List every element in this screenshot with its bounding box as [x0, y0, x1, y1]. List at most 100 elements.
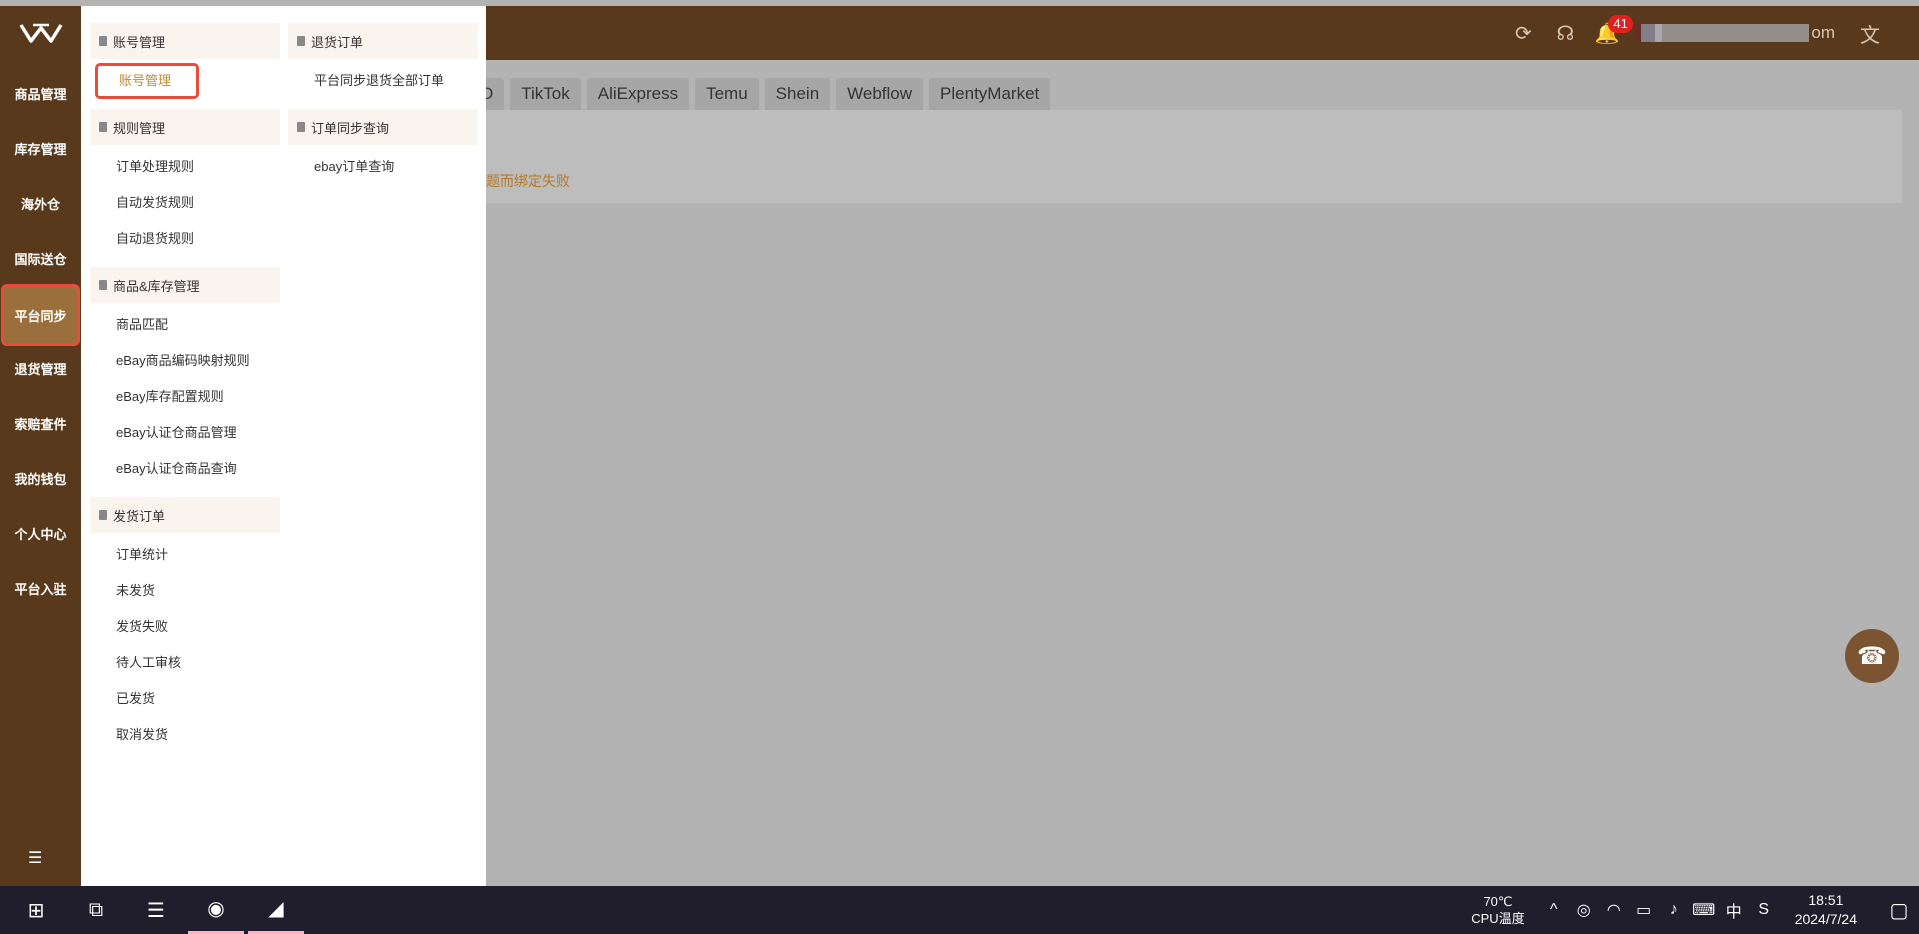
- sidebar-item-products[interactable]: 商品管理: [0, 66, 81, 121]
- collapse-menu-icon[interactable]: ☰: [28, 848, 42, 868]
- sidebar-item-inventory[interactable]: 库存管理: [0, 121, 81, 176]
- menu-group: 订单同步查询 ebay订单查询: [288, 109, 478, 185]
- menu-group-title: 规则管理: [113, 120, 166, 136]
- main-sidebar: 商品管理 库存管理 海外仓 国际送仓 平台同步 退货管理 索赔查件 我的钱包 个…: [0, 6, 81, 886]
- chrome-icon[interactable]: ◉: [188, 886, 244, 934]
- sidebar-item-overseas-warehouse[interactable]: 海外仓: [0, 176, 81, 231]
- tab-platform[interactable]: Temu: [695, 78, 759, 110]
- cpu-temp: 70℃ CPU温度: [1471, 893, 1524, 927]
- menu-group-title: 退货订单: [311, 34, 364, 50]
- taskbar-apps: ⊞ ⧉ ☰ ◉ ◢: [8, 886, 304, 934]
- menu-item-ebay-sku-mapping[interactable]: eBay商品编码映射规则: [90, 343, 280, 379]
- copy-icon: [297, 122, 305, 132]
- sidebar-item-returns[interactable]: 退货管理: [0, 341, 81, 396]
- menu-item-unshipped[interactable]: 未发货: [90, 573, 280, 609]
- menu-group-header: 发货订单: [90, 497, 280, 533]
- clock-date: 2024/7/24: [1794, 911, 1857, 927]
- menu-group: 规则管理 订单处理规则 自动发货规则 自动退货规则: [90, 109, 280, 257]
- menu-item-cancel-shipment[interactable]: 取消发货: [90, 717, 280, 753]
- headset-icon: ☎: [1857, 642, 1887, 670]
- menu-group-title: 发货订单: [113, 508, 166, 524]
- sidebar-item-wallet[interactable]: 我的钱包: [0, 451, 81, 506]
- warning-text: 题而绑定失败: [486, 173, 570, 189]
- menu-group: 退货订单 平台同步退货全部订单: [288, 23, 478, 99]
- sidebar-item-profile[interactable]: 个人中心: [0, 506, 81, 561]
- user-account[interactable]: om: [1634, 6, 1835, 60]
- menu-item-ebay-certified-query[interactable]: eBay认证仓商品查询: [90, 451, 280, 487]
- platform-sync-menu: 账号管理 账号管理 规则管理 订单处理规则 自动发货规则 自动退货规则 商品&库…: [81, 6, 486, 886]
- bag-icon: [99, 280, 107, 290]
- notification-center-icon[interactable]: ▢: [1879, 898, 1919, 923]
- menu-item-ebay-certified-manage[interactable]: eBay认证仓商品管理: [90, 415, 280, 451]
- menu-item-order-rules[interactable]: 订单处理规则: [90, 149, 280, 185]
- cpu-temp-value: 70℃: [1483, 894, 1513, 909]
- clock-time: 18:51: [1808, 892, 1844, 908]
- menu-item-sync-all-returns[interactable]: 平台同步退货全部订单: [288, 63, 478, 99]
- sidebar-item-claims[interactable]: 索赔查件: [0, 396, 81, 451]
- menu-group-header: 退货订单: [288, 23, 478, 59]
- tab-platform[interactable]: PlentyMarket: [929, 78, 1051, 110]
- chevron-up-icon[interactable]: ^: [1539, 901, 1569, 919]
- keyboard-icon[interactable]: ⌨: [1689, 900, 1719, 920]
- translate-icon[interactable]: 文: [1849, 6, 1891, 60]
- menu-group-header: 账号管理: [90, 23, 280, 59]
- system-clock[interactable]: 18:51 2024/7/24: [1795, 891, 1857, 929]
- ime-indicator[interactable]: 中: [1719, 898, 1749, 922]
- wifi-icon[interactable]: ◠: [1599, 900, 1629, 920]
- menu-group: 账号管理 账号管理: [90, 23, 280, 99]
- menu-item-account-management[interactable]: 账号管理: [95, 63, 199, 99]
- menu-column-right: 退货订单 平台同步退货全部订单 订单同步查询 ebay订单查询: [288, 23, 478, 195]
- menu-item-ebay-inventory-rules[interactable]: eBay库存配置规则: [90, 379, 280, 415]
- platform-tabs: D TikTok AliExpress Temu Shein Webflow P…: [470, 78, 1051, 110]
- menu-group: 商品&库存管理 商品匹配 eBay商品编码映射规则 eBay库存配置规则 eBa…: [90, 267, 280, 487]
- menu-group-title: 账号管理: [113, 34, 166, 50]
- list-icon[interactable]: ☰: [128, 886, 184, 934]
- menu-item-product-matching[interactable]: 商品匹配: [90, 307, 280, 343]
- user-email-suffix: om: [1811, 23, 1835, 42]
- bell-icon[interactable]: 🔔 41: [1586, 6, 1633, 60]
- sidebar-item-platform-sync[interactable]: 平台同步: [1, 284, 80, 346]
- menu-column-left: 账号管理 账号管理 规则管理 订单处理规则 自动发货规则 自动退货规则 商品&库…: [90, 23, 280, 763]
- windows-start-icon[interactable]: ⊞: [8, 886, 64, 934]
- menu-item-ebay-order-query[interactable]: ebay订单查询: [288, 149, 478, 185]
- customer-support-button[interactable]: ☎: [1845, 629, 1899, 683]
- menu-group-header: 商品&库存管理: [90, 267, 280, 303]
- sogou-icon[interactable]: S: [1749, 901, 1779, 919]
- doc-icon: [297, 36, 305, 46]
- cpu-temp-label: CPU温度: [1471, 911, 1525, 926]
- tab-platform[interactable]: Shein: [764, 78, 831, 110]
- menu-item-auto-ship-rules[interactable]: 自动发货规则: [90, 185, 280, 221]
- lark-icon[interactable]: ◢: [248, 886, 304, 934]
- menu-group: 发货订单 订单统计 未发货 发货失败 待人工审核 已发货 取消发货: [90, 497, 280, 753]
- menu-group-header: 订单同步查询: [288, 109, 478, 145]
- tab-platform[interactable]: Webflow: [836, 78, 924, 110]
- menu-item-shipped[interactable]: 已发货: [90, 681, 280, 717]
- book-icon: [99, 122, 107, 132]
- user-email-redacted: [1634, 24, 1810, 42]
- task-view-icon[interactable]: ⧉: [68, 886, 124, 934]
- browser-tray-icon[interactable]: ◎: [1569, 900, 1599, 920]
- logo-icon: [19, 23, 62, 43]
- sidebar-item-platform-join[interactable]: 平台入驻: [0, 561, 81, 616]
- clipboard-icon: [99, 510, 107, 520]
- volume-icon[interactable]: ♪: [1659, 901, 1689, 919]
- menu-group-header: 规则管理: [90, 109, 280, 145]
- os-taskbar: ⊞ ⧉ ☰ ◉ ◢ 70℃ CPU温度 ^ ◎ ◠ ▭ ♪ ⌨ 中 S 18:5…: [0, 886, 1919, 934]
- battery-icon[interactable]: ▭: [1629, 900, 1659, 920]
- sidebar-item-international-shipping[interactable]: 国际送仓: [0, 231, 81, 286]
- headset-icon[interactable]: ☊: [1544, 6, 1586, 60]
- notification-badge: 41: [1608, 15, 1633, 33]
- menu-group-title: 商品&库存管理: [113, 278, 200, 294]
- menu-item-auto-return-rules[interactable]: 自动退货规则: [90, 221, 280, 257]
- refresh-icon[interactable]: ⟳: [1502, 6, 1544, 60]
- header-actions: ⟳ ☊ 🔔 41 om 文: [1502, 6, 1891, 60]
- tab-platform[interactable]: TikTok: [510, 78, 581, 110]
- menu-item-order-stats[interactable]: 订单统计: [90, 537, 280, 573]
- menu-item-pending-review[interactable]: 待人工审核: [90, 645, 280, 681]
- tab-platform[interactable]: AliExpress: [586, 78, 690, 110]
- brand-logo[interactable]: [0, 6, 81, 60]
- system-tray: 70℃ CPU温度 ^ ◎ ◠ ▭ ♪ ⌨ 中 S 18:51 2024/7/2…: [1471, 886, 1919, 934]
- notice-panel: [470, 110, 1902, 203]
- menu-item-ship-failed[interactable]: 发货失败: [90, 609, 280, 645]
- doc-icon: [99, 36, 107, 46]
